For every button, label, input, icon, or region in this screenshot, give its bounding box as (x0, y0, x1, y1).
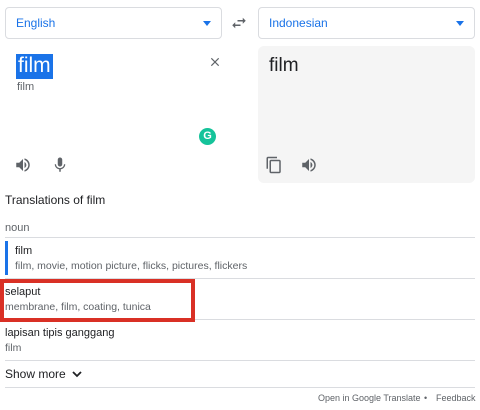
divider (5, 360, 475, 361)
chevron-down-icon (203, 21, 211, 26)
chevron-down-icon (72, 371, 82, 378)
target-language-label: Indonesian (269, 16, 328, 30)
speaker-icon[interactable] (14, 156, 32, 174)
source-text-input[interactable]: film (16, 54, 53, 79)
copy-icon[interactable] (265, 156, 283, 174)
source-transliteration: film (17, 81, 35, 93)
close-icon[interactable] (208, 55, 222, 69)
translations-title: Translations of film (5, 193, 106, 207)
speaker-icon[interactable] (300, 156, 318, 174)
divider (5, 387, 475, 388)
list-item[interactable]: lapisan tipis ganggang film (5, 327, 475, 357)
show-more-button[interactable]: Show more (5, 367, 82, 381)
translation-word: film (15, 245, 33, 257)
grammarly-icon[interactable]: G (199, 128, 216, 145)
source-language-select[interactable]: English (5, 7, 222, 39)
translation-synonyms: film (5, 342, 22, 354)
divider (5, 237, 475, 238)
source-language-label: English (16, 16, 56, 30)
list-item[interactable]: film film, movie, motion picture, flicks… (5, 241, 475, 275)
swap-languages-icon[interactable] (230, 14, 248, 32)
open-in-google-translate-link[interactable]: Open in Google Translate (318, 393, 421, 403)
translation-word: lapisan tipis ganggang (5, 327, 115, 339)
target-text-panel: film (258, 46, 475, 183)
source-text-panel[interactable]: film film G (5, 46, 232, 183)
microphone-icon[interactable] (51, 156, 69, 174)
part-of-speech-label: noun (5, 222, 30, 234)
chevron-down-icon (456, 21, 464, 26)
highlight-box (0, 279, 195, 322)
target-text: film (269, 55, 299, 76)
show-more-label: Show more (5, 367, 66, 381)
translation-synonyms: film, movie, motion picture, flicks, pic… (15, 260, 248, 272)
footer-separator: • (424, 393, 428, 403)
feedback-link[interactable]: Feedback (436, 393, 476, 403)
target-language-select[interactable]: Indonesian (258, 7, 475, 39)
